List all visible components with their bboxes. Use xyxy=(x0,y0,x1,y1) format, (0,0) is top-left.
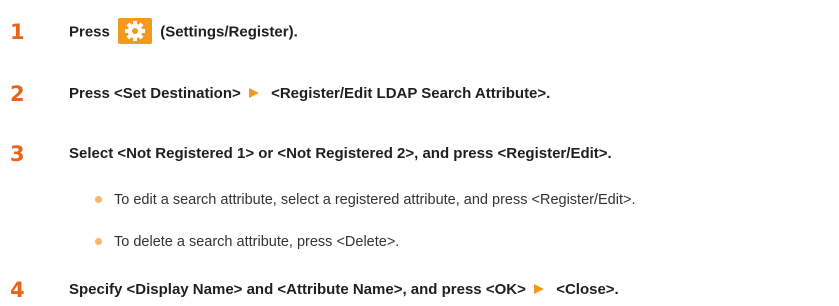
step-text: Press <Set Destination> <Register/Edit L… xyxy=(69,80,550,108)
bullet-icon xyxy=(95,238,102,245)
step-3: 3 Select <Not Registered 1> or <Not Regi… xyxy=(0,140,839,168)
arrow-right-icon xyxy=(534,284,545,295)
step-text-part2: <Register/Edit LDAP Search Attribute>. xyxy=(271,85,551,102)
bullet-icon xyxy=(95,196,102,203)
step-text-after-icon: (Settings/Register). xyxy=(160,23,298,41)
arrow-right-icon xyxy=(248,88,259,99)
step-text-before-icon: Press xyxy=(69,23,110,41)
step-text: Select <Not Registered 1> or <Not Regist… xyxy=(69,145,612,162)
gear-icon xyxy=(118,18,153,44)
procedure-steps: 1 Press (Settings/Register). 2 Press <Se… xyxy=(0,0,839,306)
list-item: To edit a search attribute, select a reg… xyxy=(95,188,839,212)
step-number: 2 xyxy=(10,82,25,106)
step-text-part2: <Close>. xyxy=(556,281,619,298)
bullet-text: To edit a search attribute, select a reg… xyxy=(114,192,636,208)
step-number: 1 xyxy=(10,20,25,44)
step-text-part1: Press <Set Destination> xyxy=(69,85,241,102)
step-4: 4 Specify <Display Name> and <Attribute … xyxy=(0,276,839,304)
step-number: 3 xyxy=(10,142,25,166)
list-item: To delete a search attribute, press <Del… xyxy=(95,230,839,254)
bullet-text: To delete a search attribute, press <Del… xyxy=(114,234,400,250)
step-text: Press (Settings/Register). xyxy=(69,18,298,47)
step-1: 1 Press (Settings/Register). xyxy=(0,18,839,46)
step-text-part1: Specify <Display Name> and <Attribute Na… xyxy=(69,281,526,298)
step-text: Specify <Display Name> and <Attribute Na… xyxy=(69,276,619,304)
step-number: 4 xyxy=(10,278,25,302)
step-2: 2 Press <Set Destination> <Register/Edit… xyxy=(0,80,839,108)
